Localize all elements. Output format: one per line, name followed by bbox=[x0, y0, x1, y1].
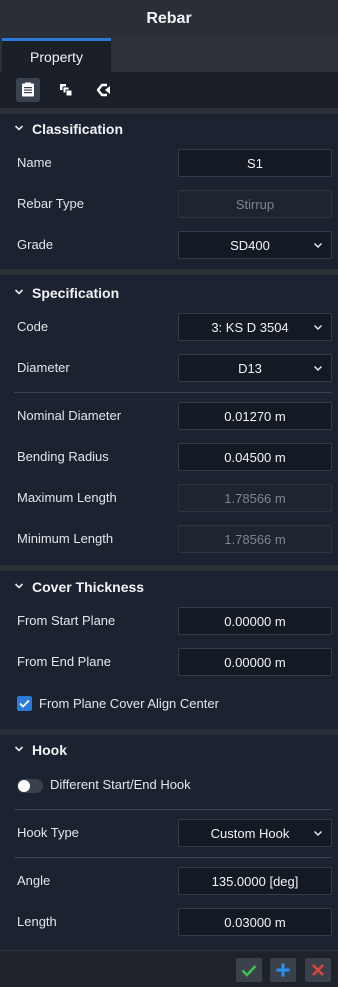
chevron-down-icon bbox=[14, 125, 24, 131]
bending-radius-label: Bending Radius bbox=[17, 449, 109, 464]
grade-value: SD400 bbox=[230, 237, 270, 253]
length-label: Length bbox=[17, 914, 57, 929]
chevron-down-icon bbox=[313, 365, 323, 372]
align-center-label[interactable]: From Plane Cover Align Center bbox=[39, 696, 219, 711]
minimum-length-label: Minimum Length bbox=[17, 531, 114, 546]
maximum-length-field: 1.78566 m bbox=[178, 484, 332, 512]
rebar-shape-icon[interactable] bbox=[92, 78, 116, 102]
divider bbox=[14, 857, 332, 858]
length-field[interactable]: 0.03000 m bbox=[178, 908, 332, 936]
angle-field[interactable]: 135.0000 [deg] bbox=[178, 867, 332, 895]
bending-radius-field[interactable]: 0.04500 m bbox=[178, 443, 332, 471]
checkmark-icon bbox=[19, 699, 30, 708]
toggle-knob bbox=[18, 780, 30, 792]
add-button[interactable] bbox=[270, 958, 296, 982]
different-hook-toggle[interactable] bbox=[17, 779, 43, 793]
plus-icon bbox=[276, 963, 290, 977]
classification-section: Classification Name S1 Rebar Type Stirru… bbox=[0, 114, 338, 269]
hook-header[interactable]: Hook bbox=[0, 738, 338, 762]
diameter-value: D13 bbox=[238, 360, 262, 376]
check-icon bbox=[241, 964, 257, 977]
rebar-type-field: Stirrup bbox=[178, 190, 332, 218]
footer-bar bbox=[0, 950, 338, 987]
grade-label: Grade bbox=[17, 237, 54, 252]
section-title: Classification bbox=[32, 121, 124, 137]
property-list-icon[interactable] bbox=[16, 78, 40, 102]
chevron-down-icon bbox=[14, 746, 24, 752]
layers-icon[interactable] bbox=[54, 78, 78, 102]
specification-section: Specification Code 3: KS D 3504 Diameter… bbox=[0, 275, 338, 565]
from-end-plane-label: From End Plane bbox=[17, 654, 111, 669]
maximum-length-label: Maximum Length bbox=[17, 490, 117, 505]
close-icon bbox=[312, 964, 324, 976]
divider bbox=[14, 392, 332, 393]
chevron-down-icon bbox=[313, 324, 323, 331]
cover-thickness-header[interactable]: Cover Thickness bbox=[0, 575, 338, 599]
code-value: 3: KS D 3504 bbox=[211, 319, 289, 335]
from-start-plane-field[interactable]: 0.00000 m bbox=[178, 607, 332, 635]
cancel-button[interactable] bbox=[305, 958, 331, 982]
window-title: Rebar bbox=[146, 10, 192, 27]
hook-type-value: Custom Hook bbox=[210, 825, 290, 841]
chevron-down-icon bbox=[313, 830, 323, 837]
different-hook-label: Different Start/End Hook bbox=[50, 777, 191, 792]
code-label: Code bbox=[17, 319, 49, 334]
toolbar bbox=[0, 72, 338, 108]
grade-select[interactable]: SD400 bbox=[178, 231, 332, 259]
from-end-plane-field[interactable]: 0.00000 m bbox=[178, 648, 332, 676]
nominal-diameter-field[interactable]: 0.01270 m bbox=[178, 402, 332, 430]
tab-property[interactable]: Property bbox=[2, 38, 111, 72]
confirm-button[interactable] bbox=[236, 958, 262, 982]
name-field[interactable]: S1 bbox=[178, 149, 332, 177]
chevron-down-icon bbox=[313, 242, 323, 249]
tab-bar: Property bbox=[0, 38, 338, 72]
chevron-down-icon bbox=[14, 289, 24, 295]
minimum-length-field: 1.78566 m bbox=[178, 525, 332, 553]
chevron-down-icon bbox=[14, 583, 24, 589]
align-center-checkbox[interactable] bbox=[17, 696, 32, 711]
title-bar: Rebar bbox=[0, 0, 338, 38]
rebar-type-label: Rebar Type bbox=[17, 196, 84, 211]
divider bbox=[14, 809, 332, 810]
hook-type-select[interactable]: Custom Hook bbox=[178, 819, 332, 847]
nominal-diameter-label: Nominal Diameter bbox=[17, 408, 122, 423]
specification-header[interactable]: Specification bbox=[0, 281, 338, 305]
classification-header[interactable]: Classification bbox=[0, 117, 338, 141]
diameter-label: Diameter bbox=[17, 360, 70, 375]
hook-section: Hook Different Start/End Hook Hook Type … bbox=[0, 735, 338, 950]
section-title: Hook bbox=[32, 742, 67, 758]
diameter-select[interactable]: D13 bbox=[178, 354, 332, 382]
name-label: Name bbox=[17, 155, 52, 170]
section-title: Specification bbox=[32, 285, 120, 301]
cover-thickness-section: Cover Thickness From Start Plane 0.00000… bbox=[0, 571, 338, 729]
from-start-plane-label: From Start Plane bbox=[17, 613, 116, 628]
code-select[interactable]: 3: KS D 3504 bbox=[178, 313, 332, 341]
section-title: Cover Thickness bbox=[32, 579, 145, 595]
hook-type-label: Hook Type bbox=[17, 825, 79, 840]
angle-label: Angle bbox=[17, 873, 51, 888]
